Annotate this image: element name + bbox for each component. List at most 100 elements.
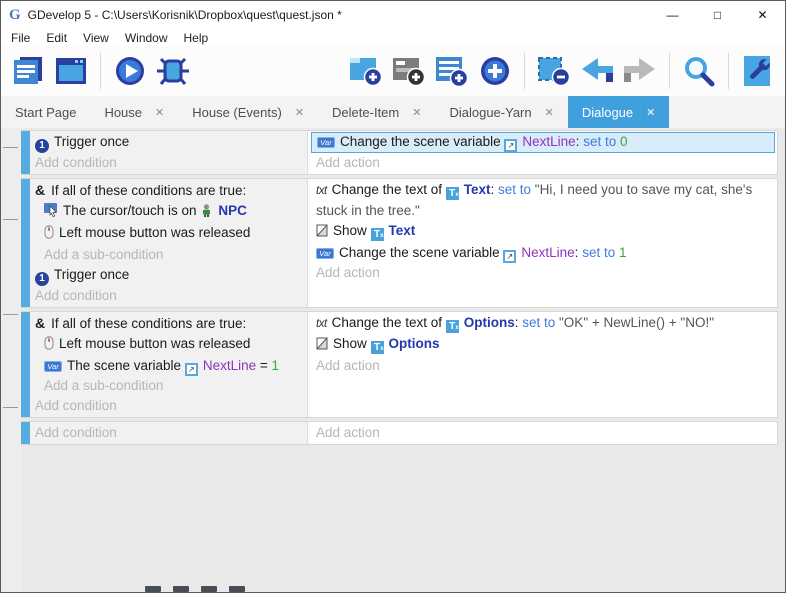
add-more-button[interactable] bbox=[476, 50, 514, 92]
delete-selection-icon bbox=[538, 57, 571, 87]
search-button[interactable] bbox=[680, 50, 718, 92]
cursor-on-object-icon bbox=[44, 203, 58, 223]
add-condition-link[interactable]: Add condition bbox=[30, 423, 307, 443]
variable-icon: Var bbox=[317, 137, 335, 148]
tab-close-icon[interactable]: ✕ bbox=[412, 106, 421, 119]
gdevelop-window: G GDevelop 5 - C:\Users\Korisnik\Dropbox… bbox=[0, 0, 786, 593]
add-action-link[interactable]: Add action bbox=[311, 153, 775, 173]
condition-scene-variable-equals[interactable]: Var The scene variable ↗ NextLine = 1 bbox=[30, 356, 307, 376]
title-bar: G GDevelop 5 - C:\Users\Korisnik\Dropbox… bbox=[1, 1, 785, 29]
action-change-scene-variable[interactable]: Var Change the scene variable ↗ NextLine: … bbox=[311, 243, 775, 263]
condition-trigger-once[interactable]: 1 Trigger once bbox=[30, 265, 307, 286]
tab-start-page[interactable]: Start Page bbox=[1, 96, 90, 128]
preferences-button[interactable] bbox=[739, 50, 777, 92]
toolbar-separator bbox=[524, 53, 525, 89]
action-text: Change the scene variable bbox=[340, 134, 505, 149]
menu-bar: File Edit View Window Help bbox=[1, 29, 785, 46]
condition-left-mouse-released[interactable]: Left mouse button was released bbox=[30, 223, 307, 245]
event-fold-handle[interactable] bbox=[3, 407, 18, 408]
condition-text: If all of these conditions are true: bbox=[51, 316, 247, 331]
add-comment-button[interactable] bbox=[433, 50, 471, 92]
event-fold-handle[interactable] bbox=[3, 314, 18, 315]
event-block-2: & If all of these conditions are true: Th… bbox=[21, 178, 778, 308]
add-condition-link[interactable]: Add condition bbox=[30, 153, 307, 173]
add-comment-icon bbox=[436, 57, 469, 87]
redo-button[interactable] bbox=[621, 50, 659, 92]
add-sub-condition-link[interactable]: Add a sub-condition bbox=[30, 245, 307, 265]
trigger-once-icon: 1 bbox=[35, 272, 49, 286]
conditions-column: 1 Trigger once Add condition bbox=[30, 131, 307, 174]
menu-edit[interactable]: Edit bbox=[38, 31, 75, 45]
project-manager-button[interactable] bbox=[9, 50, 47, 92]
event-drag-bar[interactable] bbox=[21, 312, 30, 417]
tab-house[interactable]: House ✕ bbox=[90, 96, 178, 128]
condition-trigger-once[interactable]: 1 Trigger once bbox=[30, 132, 307, 153]
menu-help[interactable]: Help bbox=[176, 31, 217, 45]
undo-button[interactable] bbox=[578, 50, 616, 92]
scene-variable-icon: ↗ bbox=[503, 250, 517, 263]
condition-if-all[interactable]: & If all of these conditions are true: bbox=[30, 180, 307, 201]
condition-text: If all of these conditions are true: bbox=[51, 183, 247, 198]
debug-button[interactable] bbox=[154, 50, 192, 92]
action-show-object[interactable]: Show T Text bbox=[311, 221, 775, 243]
tab-close-icon[interactable]: ✕ bbox=[646, 106, 655, 119]
taskbar-icon-sliver bbox=[229, 586, 245, 592]
action-show-object[interactable]: Show T Options bbox=[311, 334, 775, 356]
toolbar-separator bbox=[728, 53, 729, 89]
event-drag-bar[interactable] bbox=[21, 131, 30, 174]
add-action-link[interactable]: Add action bbox=[311, 263, 775, 283]
action-change-scene-variable-selected[interactable]: Var Change the scene variable ↗ NextLine: … bbox=[311, 132, 775, 153]
redo-arrow-icon bbox=[624, 58, 655, 82]
event-fold-handle[interactable] bbox=[3, 219, 18, 220]
and-icon: & bbox=[35, 315, 46, 331]
object-name: Options bbox=[388, 336, 440, 351]
npc-object-icon bbox=[200, 203, 213, 223]
add-action-link[interactable]: Add action bbox=[311, 356, 775, 376]
condition-if-all[interactable]: & If all of these conditions are true: bbox=[30, 313, 307, 334]
menu-file[interactable]: File bbox=[3, 31, 38, 45]
tab-dialogue[interactable]: Dialogue ✕ bbox=[567, 96, 670, 128]
maximize-button[interactable]: □ bbox=[695, 1, 740, 29]
trigger-once-icon: 1 bbox=[35, 139, 49, 153]
condition-cursor-on-npc[interactable]: The cursor/touch is on NPC bbox=[30, 201, 307, 223]
tab-house-events[interactable]: House (Events) ✕ bbox=[178, 96, 318, 128]
text-object-icon: T bbox=[370, 341, 384, 356]
add-action-link[interactable]: Add action bbox=[311, 423, 775, 443]
add-event-button[interactable] bbox=[347, 50, 385, 92]
and-icon: & bbox=[35, 182, 46, 198]
add-condition-link[interactable]: Add condition bbox=[30, 396, 307, 416]
action-change-text[interactable]: txtChange the text of TText: set to "Hi,… bbox=[311, 180, 775, 221]
event-sheet-gutter bbox=[1, 128, 21, 592]
delete-selection-button[interactable] bbox=[535, 50, 573, 92]
event-fold-handle[interactable] bbox=[3, 147, 18, 148]
tab-close-icon[interactable]: ✕ bbox=[155, 106, 164, 119]
tab-dialogue-yarn[interactable]: Dialogue-Yarn ✕ bbox=[435, 96, 567, 128]
scene-variable-icon: ↗ bbox=[504, 139, 518, 152]
tab-label: Delete-Item bbox=[332, 104, 400, 120]
add-sub-event-icon bbox=[393, 58, 426, 87]
scene-editor-button[interactable] bbox=[52, 50, 90, 92]
variable-icon: Var bbox=[44, 361, 62, 372]
close-button[interactable]: ✕ bbox=[740, 1, 785, 29]
tab-delete-item[interactable]: Delete-Item ✕ bbox=[318, 96, 435, 128]
undo-arrow-icon bbox=[582, 58, 613, 82]
condition-left-mouse-released[interactable]: Left mouse button was released bbox=[30, 334, 307, 356]
tab-close-icon[interactable]: ✕ bbox=[295, 106, 304, 119]
add-sub-condition-link[interactable]: Add a sub-condition bbox=[30, 376, 307, 396]
tab-label: Start Page bbox=[15, 104, 77, 120]
tab-close-icon[interactable]: ✕ bbox=[545, 106, 554, 119]
action-change-text[interactable]: txtChange the text of TOptions: set to "… bbox=[311, 313, 775, 335]
menu-window[interactable]: Window bbox=[117, 31, 176, 45]
add-condition-link[interactable]: Add condition bbox=[30, 286, 307, 306]
menu-view[interactable]: View bbox=[75, 31, 117, 45]
preview-play-button[interactable] bbox=[111, 50, 149, 92]
event-drag-bar[interactable] bbox=[21, 422, 30, 444]
minimize-button[interactable]: — bbox=[650, 1, 695, 29]
event-drag-bar[interactable] bbox=[21, 179, 30, 307]
tab-label: House bbox=[104, 104, 143, 120]
add-sub-event-button[interactable] bbox=[390, 50, 428, 92]
operator-text: set to bbox=[522, 315, 560, 330]
event-sheet: 1 Trigger once Add condition Var Change th… bbox=[1, 128, 785, 592]
condition-text: Trigger once bbox=[54, 134, 130, 149]
object-name: NPC bbox=[218, 203, 247, 218]
